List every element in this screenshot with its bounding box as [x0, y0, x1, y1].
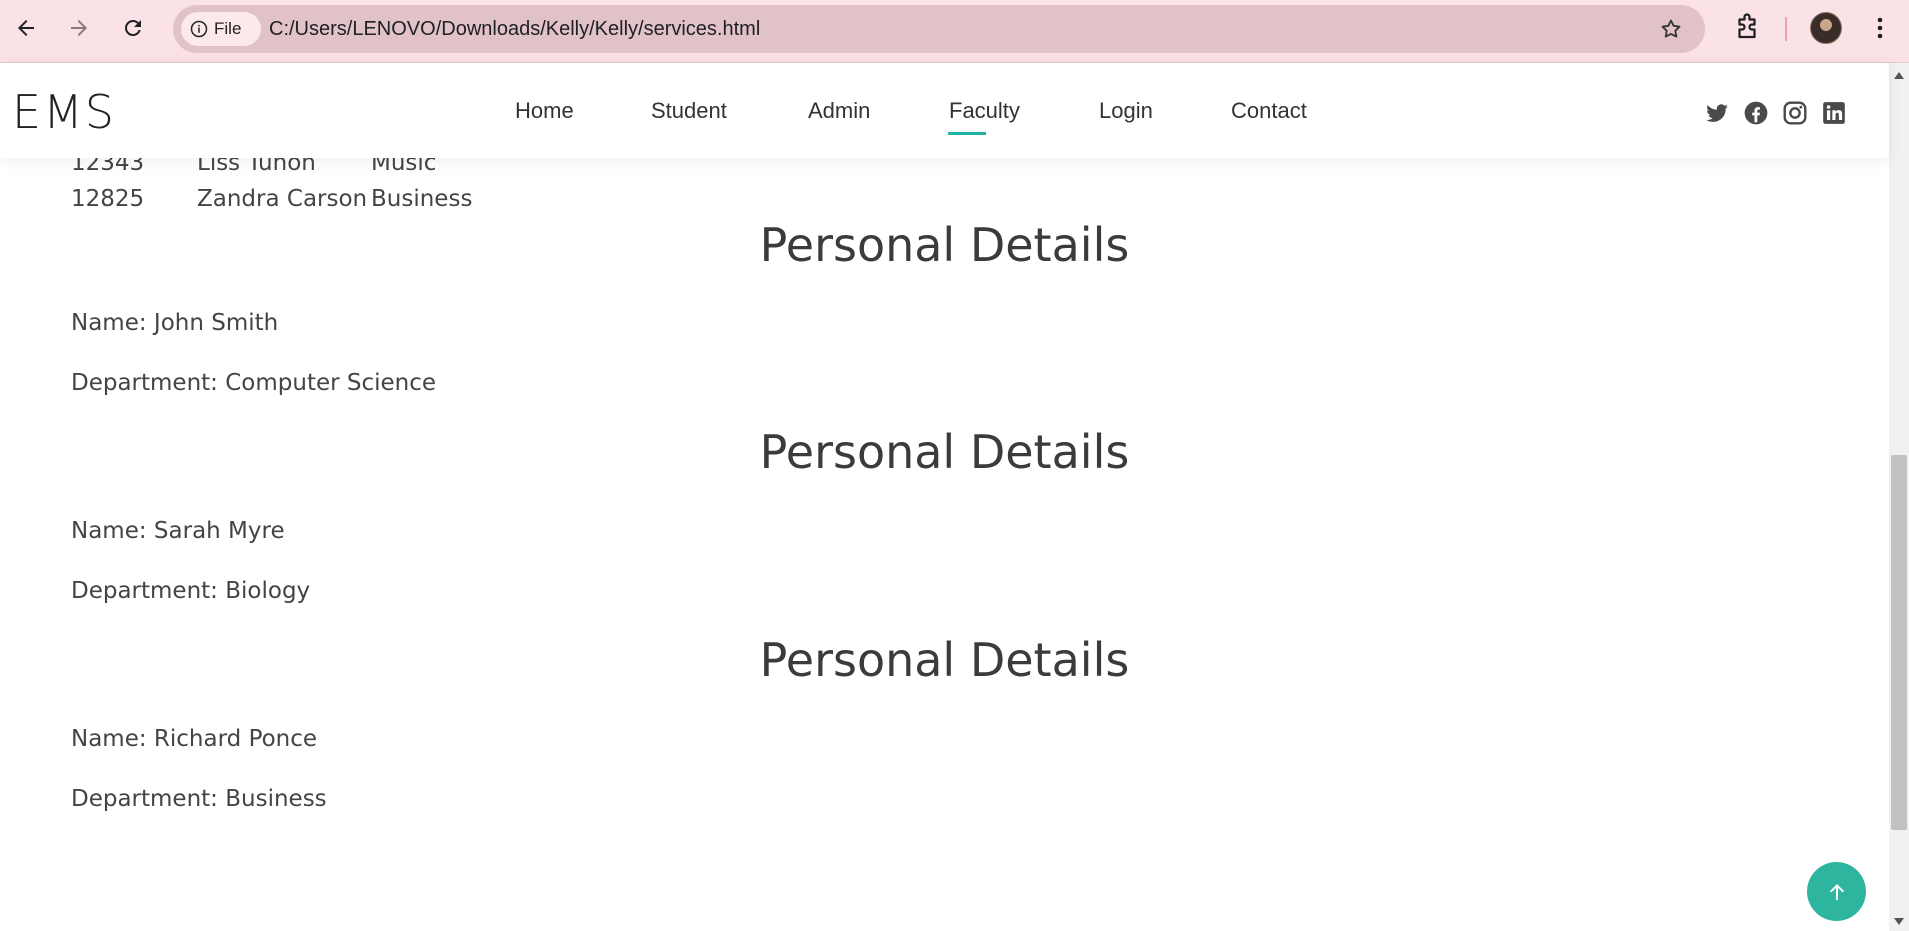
more-menu-icon[interactable] — [1868, 14, 1892, 42]
instagram-icon[interactable] — [1782, 100, 1808, 126]
table-cell-name: Zandra Carson — [197, 186, 368, 212]
forward-arrow-icon[interactable] — [63, 12, 95, 44]
info-icon — [190, 20, 208, 38]
section-heading: Personal Details — [759, 218, 1130, 272]
address-bar[interactable]: File C:/Users/LENOVO/Downloads/Kelly/Kel… — [173, 5, 1705, 53]
toolbar-divider — [1785, 17, 1787, 41]
detail-name: Name: Richard Ponce — [71, 726, 318, 752]
back-to-top-button[interactable] — [1807, 862, 1866, 921]
section-heading: Personal Details — [759, 425, 1130, 479]
site-header: EMS Home Student Admin Faculty Login Con… — [0, 63, 1889, 158]
profile-avatar[interactable] — [1810, 12, 1842, 44]
detail-name: Name: Sarah Myre — [71, 518, 285, 544]
scroll-up-arrow-icon[interactable] — [1894, 72, 1904, 79]
table-cell-id: 12825 — [71, 186, 145, 212]
extensions-icon[interactable] — [1732, 12, 1762, 42]
back-arrow-icon[interactable] — [10, 12, 42, 44]
detail-department: Department: Computer Science — [71, 370, 437, 396]
nav-faculty[interactable]: Faculty — [949, 98, 1020, 124]
nav-contact[interactable]: Contact — [1231, 98, 1307, 124]
browser-toolbar: File C:/Users/LENOVO/Downloads/Kelly/Kel… — [0, 0, 1909, 63]
nav-login[interactable]: Login — [1099, 98, 1153, 124]
file-chip-label: File — [214, 19, 242, 38]
twitter-icon[interactable] — [1704, 100, 1730, 126]
url-text[interactable]: C:/Users/LENOVO/Downloads/Kelly/Kelly/se… — [269, 18, 760, 41]
star-icon[interactable] — [1659, 17, 1683, 41]
detail-department: Department: Business — [71, 786, 327, 812]
facebook-icon[interactable] — [1743, 100, 1769, 126]
detail-department: Department: Biology — [71, 578, 311, 604]
scrollbar-thumb[interactable] — [1891, 455, 1907, 830]
reload-icon[interactable] — [117, 12, 149, 44]
detail-name: Name: John Smith — [71, 310, 279, 336]
nav-admin[interactable]: Admin — [808, 98, 870, 124]
nav-student[interactable]: Student — [651, 98, 727, 124]
site-logo[interactable]: EMS — [12, 85, 116, 139]
table-cell-department: Business — [371, 186, 473, 212]
nav-active-indicator — [948, 132, 986, 135]
nav-home[interactable]: Home — [515, 98, 574, 124]
linkedin-icon[interactable] — [1821, 100, 1847, 126]
section-heading: Personal Details — [759, 633, 1130, 687]
arrow-up-icon — [1829, 883, 1844, 900]
site-info-chip[interactable]: File — [181, 12, 261, 46]
scroll-down-arrow-icon[interactable] — [1894, 918, 1904, 925]
